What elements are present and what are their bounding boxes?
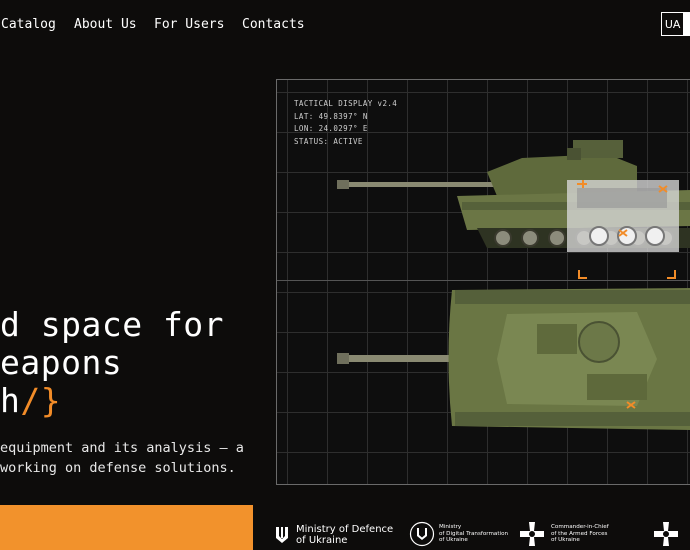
hero-title-accent: /} bbox=[20, 381, 62, 420]
partner-ministry-of-digital-transformation[interactable]: Ministry of Digital Transformation of Uk… bbox=[409, 521, 508, 547]
language-switcher[interactable]: UA bbox=[661, 12, 690, 36]
hero-title-line-3-text: h bbox=[0, 381, 21, 420]
hero-description-line-2: working on defense solutions. bbox=[0, 460, 236, 476]
partner-armed-forces-emblem[interactable] bbox=[653, 521, 679, 547]
language-ua-button[interactable]: UA bbox=[661, 12, 685, 36]
target-bracket-icon bbox=[578, 270, 676, 279]
tactical-display: TACTICAL DISPLAY v2.4 LAT: 49.8397° N LO… bbox=[276, 79, 690, 485]
trident-icon bbox=[409, 521, 435, 547]
display-latitude: LAT: 49.8397° N bbox=[294, 111, 368, 121]
tank-side-view-image bbox=[337, 140, 690, 252]
nav-for-users[interactable]: For Users bbox=[154, 17, 224, 32]
military-cross-icon bbox=[520, 522, 544, 546]
hero-description: equipment and its analysis — a working o… bbox=[0, 438, 244, 478]
cta-button[interactable] bbox=[0, 505, 253, 550]
military-cross-icon bbox=[654, 522, 678, 546]
hero-title: d space for eapons h/} bbox=[0, 306, 224, 420]
trident-icon bbox=[276, 527, 288, 543]
nav-contacts[interactable]: Contacts bbox=[242, 17, 305, 32]
hero-title-line-3: h/} bbox=[0, 382, 224, 420]
partner-ministry-of-defence[interactable]: Ministry of Defence of Ukraine bbox=[275, 524, 393, 546]
tank-top-view-image bbox=[337, 288, 690, 430]
nav-catalog[interactable]: Catalog bbox=[1, 17, 56, 32]
hero-description-line-1: equipment and its analysis — a bbox=[0, 440, 244, 456]
hero-title-line-1: d space for bbox=[0, 305, 225, 344]
partner-mod-line-2: of Ukraine bbox=[296, 535, 348, 546]
partner-cic-line-3: of Ukraine bbox=[551, 537, 580, 544]
nav-about-us[interactable]: About Us bbox=[74, 17, 137, 32]
partner-mod-line-1: Ministry of Defence bbox=[296, 524, 394, 535]
partner-mdt-line-3: of Ukraine bbox=[439, 537, 468, 544]
partners-strip: Ministry of Defence of Ukraine Ministry … bbox=[275, 515, 690, 550]
partner-commander-in-chief[interactable]: Commander-in-Chief of the Armed Forces o… bbox=[519, 521, 609, 547]
display-title: TACTICAL DISPLAY v2.4 bbox=[294, 99, 398, 108]
partner-cic-line-1: Commander-in-Chief bbox=[551, 524, 609, 531]
display-longitude: LON: 24.0297° E bbox=[294, 124, 368, 133]
display-divider bbox=[277, 280, 690, 281]
hero-title-line-2: eapons bbox=[0, 343, 123, 382]
language-en-button[interactable] bbox=[684, 12, 690, 36]
